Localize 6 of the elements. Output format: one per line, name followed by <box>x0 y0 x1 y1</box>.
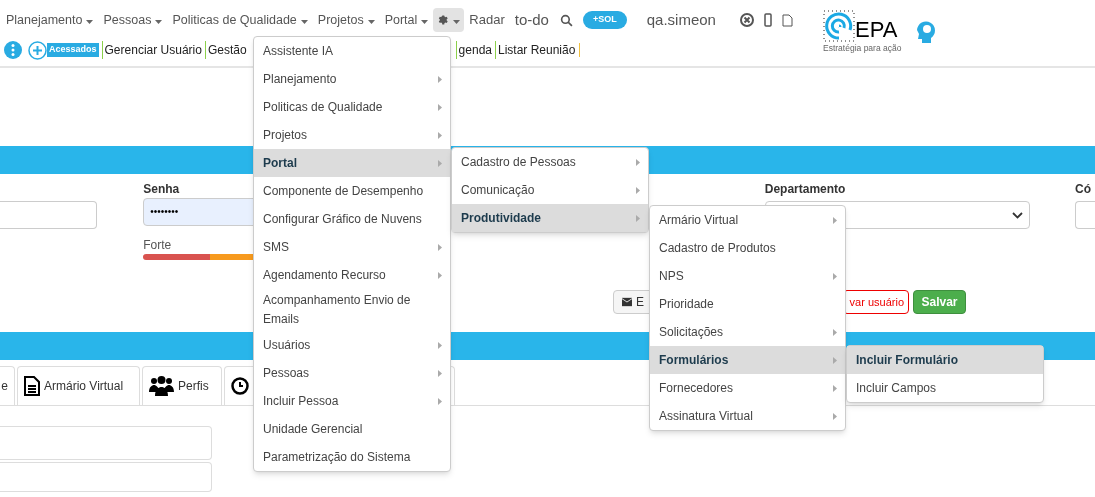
logo-tagline: Estratégia para ação <box>823 42 902 55</box>
logo-name: EPA <box>855 18 898 42</box>
field-label: Có <box>1075 181 1092 198</box>
strength-label: Forte <box>143 237 172 254</box>
field-label: Senha <box>143 181 180 198</box>
field-label: Departamento <box>764 181 846 198</box>
